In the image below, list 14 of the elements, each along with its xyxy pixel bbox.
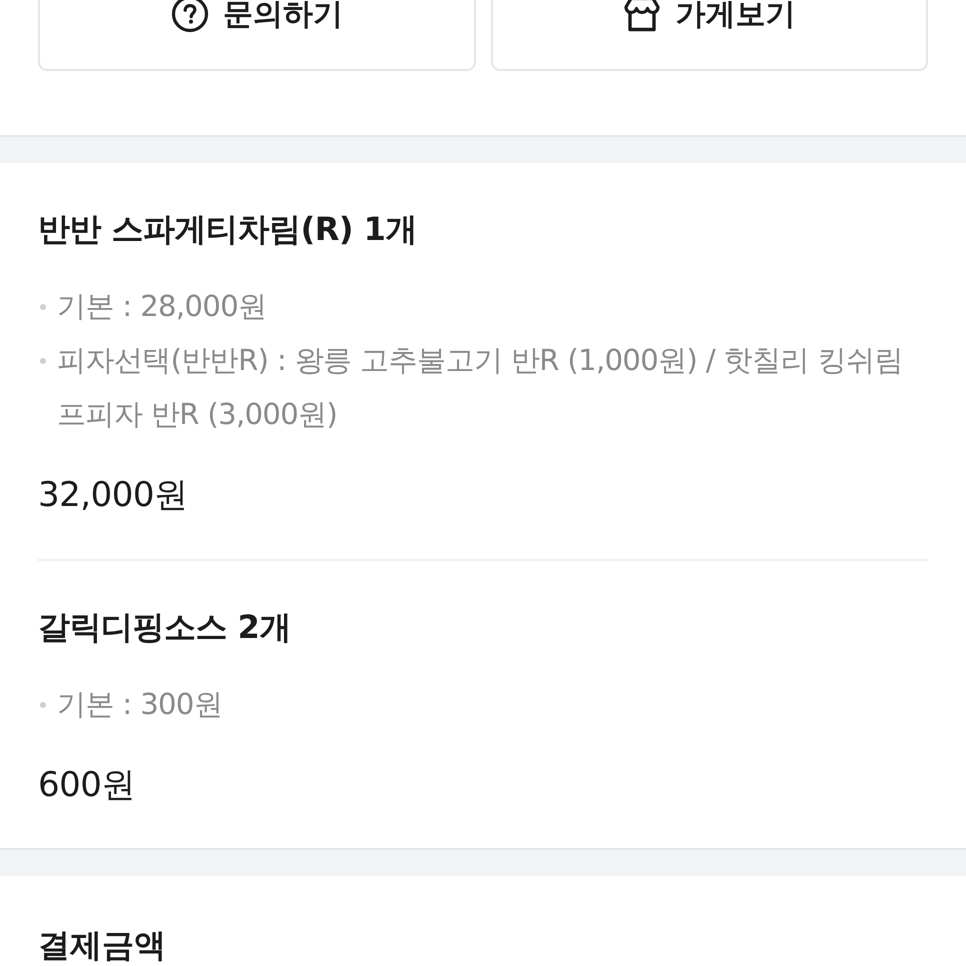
bullet-icon (40, 304, 46, 310)
item-title: 반반 스파게티차림(R) 1개 (38, 209, 418, 249)
item-price: 600원 (38, 764, 136, 807)
section-title: 결제금액 (38, 927, 167, 963)
store-button[interactable]: 가게보기 (490, 0, 928, 71)
option-text: 기본 : 28,000원 (57, 288, 268, 325)
item-price: 32,000원 (38, 474, 188, 517)
item-title: 갈릭디핑소스 2개 (38, 607, 292, 647)
option-text: 피자선택(반반R) : 왕릉 고추불고기 반R (1,000원) / 핫칠리 킹쉬림프피자 반R (3,000원) (57, 342, 904, 433)
option-text: 기본 : 300원 (57, 686, 224, 723)
store-icon (623, 0, 662, 33)
bullet-icon (40, 702, 46, 708)
inquiry-button[interactable]: 문의하기 (38, 0, 476, 71)
bullet-icon (40, 358, 46, 364)
